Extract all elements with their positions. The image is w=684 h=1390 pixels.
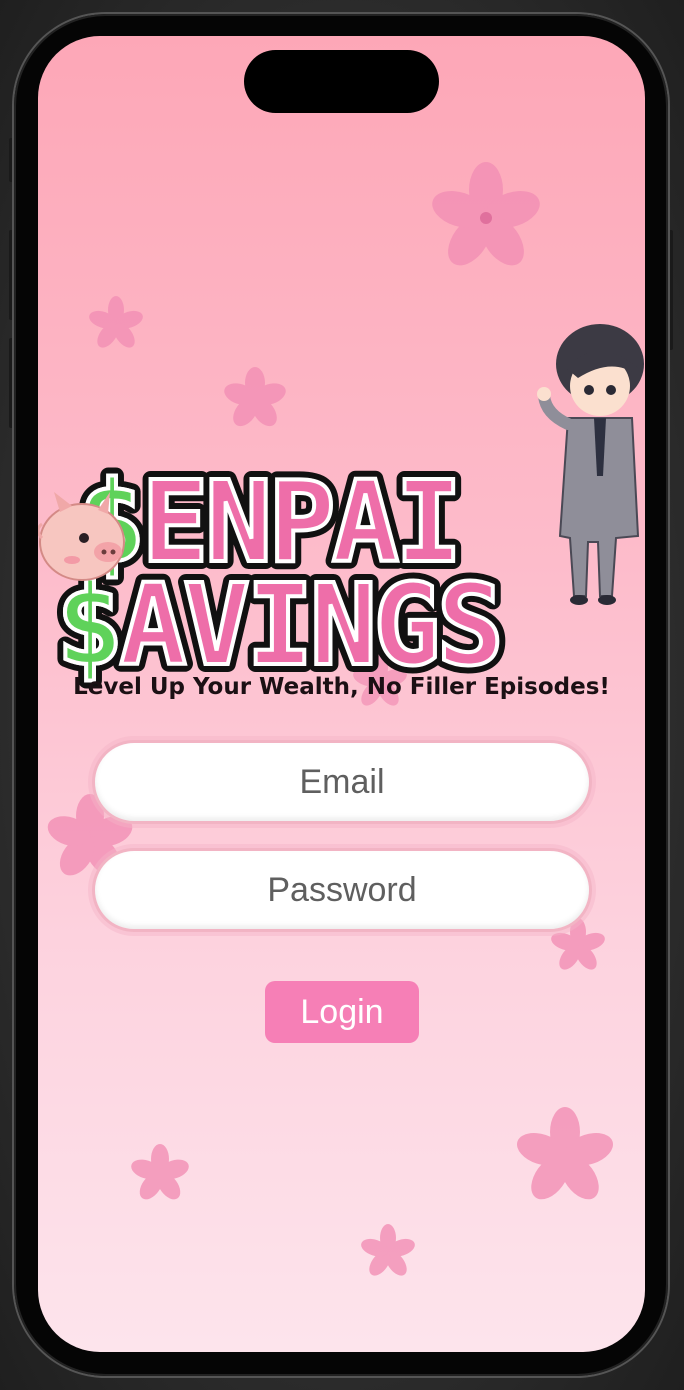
cherry-blossom-icon — [516, 1107, 614, 1200]
senpai-mascot — [537, 324, 644, 605]
power-button — [668, 230, 673, 350]
device-background: $ENPAI $ENPAI $AVINGS $AVINGS $ $ — [0, 0, 684, 1390]
app-screen: $ENPAI $ENPAI $AVINGS $AVINGS $ $ — [38, 36, 645, 1352]
login-button[interactable]: Login — [265, 981, 419, 1043]
cherry-blossom-icon — [361, 1224, 415, 1276]
dynamic-island — [244, 50, 439, 113]
tagline: Level Up Your Wealth, No Filler Episodes… — [73, 674, 610, 700]
cherry-blossom-icon — [432, 162, 540, 266]
password-field-wrapper — [92, 848, 592, 932]
password-input[interactable] — [117, 869, 567, 911]
cherry-blossom-icon — [131, 1144, 189, 1200]
email-input[interactable] — [117, 761, 567, 803]
logo-dollar-2: $ — [56, 561, 123, 691]
app-logo: $ENPAI $ENPAI $AVINGS $AVINGS $ $ — [38, 324, 644, 699]
email-field-wrapper — [92, 740, 592, 824]
